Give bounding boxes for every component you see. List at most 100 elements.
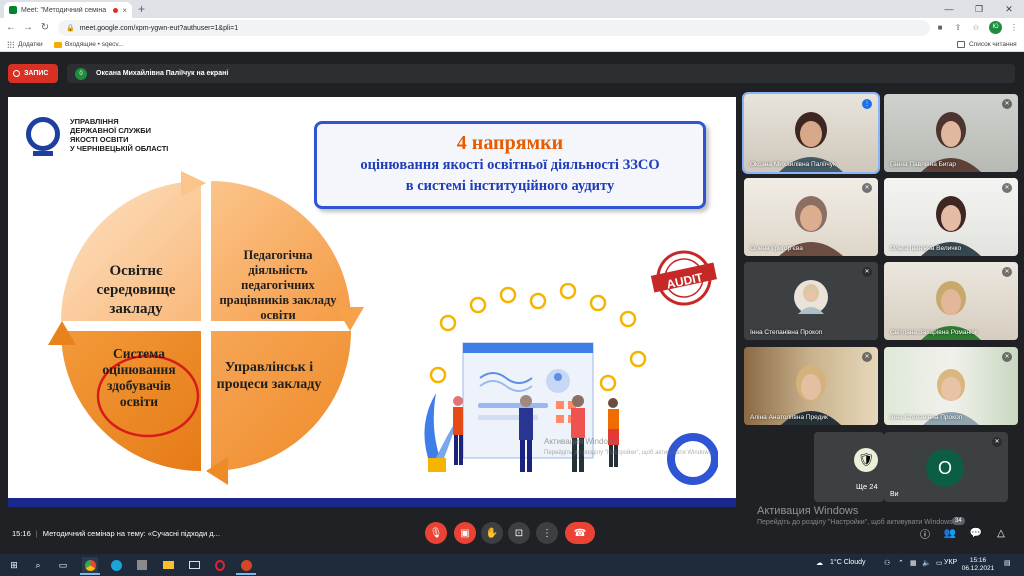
reading-list[interactable]: Список читання [957, 41, 1017, 48]
reading-list-label: Список читання [969, 41, 1017, 48]
meeting-info: 15:16 | Методичний семінар на тему: «Сучас… [12, 529, 220, 538]
hangup-icon: ☎ [573, 527, 587, 539]
weather-icon[interactable]: ☁ [816, 559, 823, 567]
active-app-indicator [80, 573, 100, 575]
notifications-icon[interactable]: ▤ [1004, 559, 1011, 567]
present-button[interactable]: ⊡ [508, 522, 530, 544]
profile-avatar[interactable]: Ю [989, 21, 1002, 34]
slide-title-line2: оцінювання якості освітньої діяльності З… [360, 157, 660, 173]
participant-tile[interactable]: ✕ Ольга Іванівна Величко [884, 178, 1018, 256]
bookmark-inbox[interactable]: Входящие • sqecv... [54, 41, 124, 48]
tray-expand-icon[interactable]: ⌃ [898, 559, 904, 567]
quadrant-label-pedagogy: Педагогічна діяльність педагогічних прац… [219, 247, 337, 322]
network-icon[interactable]: ▦ [910, 559, 917, 567]
participant-tile[interactable]: ✕ Інна Степанівна Прокоп [884, 347, 1018, 425]
explorer-icon[interactable] [160, 557, 176, 573]
participant-tile[interactable]: ✕ Олена Григор'єва [744, 178, 878, 256]
hand-icon: ✋ [485, 527, 499, 539]
windows-activation-title: Активация Windows [757, 505, 859, 517]
apps-grid-icon [7, 41, 14, 48]
mail-icon[interactable] [186, 557, 202, 573]
quadrant-label-assessment: Система оцінювання здобувачів освіти [102, 346, 176, 409]
activities-button[interactable]: △ [993, 525, 1009, 541]
quadrant-label-environment: Освітнє середовище закладу [96, 262, 176, 317]
mic-off-icon: ✕ [862, 352, 872, 362]
presenting-banner: 0 Оксана Михайлівна Паліїчук на екрані [67, 64, 1015, 83]
participants-count-badge: 34 [952, 517, 965, 525]
slide-title-box: 4 напрямки оцінювання якості освітньої д… [314, 121, 706, 209]
recording-badge: ЗАПИС [8, 64, 58, 83]
close-window-icon[interactable]: ✕ [994, 0, 1024, 18]
chat-button[interactable]: 💬 [968, 525, 984, 541]
mic-off-icon: ✕ [992, 437, 1002, 447]
back-icon[interactable]: ← [4, 21, 18, 35]
info-button[interactable]: ⓘ [917, 525, 933, 541]
participant-name: Світлана Захарівна Романюк [890, 329, 978, 336]
participant-tile[interactable]: ✕ Аліна Анатоліївна Предик [744, 347, 878, 425]
participant-tile[interactable]: ✕ Інна Степанівна Прокоп [744, 262, 878, 340]
restore-icon[interactable]: ❐ [964, 0, 994, 18]
browser-tab-strip: Meet: "Методичний семіна × + — ❐ ✕ [0, 0, 1024, 18]
slide-watermark-sub: Перейдіть до розділу "Настройки", щоб ак… [544, 450, 714, 456]
address-bar[interactable]: 🔒 meet.google.com/xpm-ygwn-eut?authuser=… [58, 20, 930, 36]
more-options-button[interactable]: ⋮ [536, 522, 558, 544]
battery-icon[interactable]: ▭ [936, 559, 943, 567]
forward-icon[interactable]: → [21, 21, 35, 35]
org-line: У ЧЕРНІВЕЦЬКІЙ ОБЛАСТІ [70, 144, 169, 153]
speaking-icon: ⋮ [862, 99, 872, 109]
mic-toggle-button[interactable]: 🎙 [425, 522, 447, 544]
participant-name: Ольга Іванівна Величко [890, 245, 962, 252]
search-icon[interactable]: ⌕ [30, 557, 46, 573]
store-icon[interactable] [134, 557, 150, 573]
bookmark-apps[interactable]: Додатки [7, 41, 43, 48]
leave-call-button[interactable]: ☎ [565, 522, 595, 544]
task-view-icon[interactable]: ▭ [55, 557, 71, 573]
reload-icon[interactable]: ↻ [38, 21, 52, 35]
participant-tile[interactable]: ✕ Ганна Павлівна Бигар [884, 94, 1018, 172]
powerpoint-icon[interactable] [238, 557, 254, 573]
tab-close-icon[interactable]: × [122, 6, 127, 15]
weather-text[interactable]: 1°C Cloudy [830, 559, 865, 566]
camera-toggle-button[interactable]: ▣ [454, 522, 476, 544]
volume-icon[interactable]: 🔈 [922, 559, 931, 567]
slide-title-line3: в системі інституційного аудиту [405, 178, 615, 194]
presenting-text: Оксана Михайлівна Паліїчук на екрані [96, 70, 229, 77]
participant-tile[interactable]: ✕ Світлана Захарівна Романюк [884, 262, 1018, 340]
people-tray-icon[interactable]: ⚇ [884, 559, 890, 567]
menu-icon[interactable]: ⋮ [1008, 21, 1020, 35]
edge-icon[interactable] [108, 557, 124, 573]
browser-tab-meet[interactable]: Meet: "Методичний семіна × [4, 2, 132, 18]
meeting-title: Методичний семінар на тему: «Сучасні під… [42, 529, 220, 538]
chrome-icon[interactable] [82, 557, 98, 573]
participant-tile[interactable]: ⋮ Оксана Михайлівна Паліїчук [742, 92, 880, 174]
minimize-icon[interactable]: — [934, 0, 964, 18]
camera-icon[interactable]: ■ [934, 21, 946, 35]
share-icon[interactable]: ⇪ [952, 21, 964, 35]
reading-list-icon [957, 41, 965, 48]
mic-off-icon: ✕ [1002, 183, 1012, 193]
chat-icon: 💬 [969, 527, 983, 539]
org-line: ЯКОСТІ ОСВІТИ [70, 135, 129, 144]
new-tab-button[interactable]: + [138, 2, 145, 16]
people-button[interactable]: 👥 [942, 525, 958, 541]
info-icon: ⓘ [920, 529, 930, 541]
windows-start-icon[interactable]: ⊞ [6, 557, 22, 573]
slide-footer-bar [8, 498, 736, 507]
org-header: УПРАВЛІННЯ ДЕРЖАВНОЇ СЛУЖБИ ЯКОСТІ ОСВІТ… [26, 117, 169, 156]
participant-name: Інна Степанівна Прокоп [750, 329, 823, 336]
mic-off-icon: 🎙 [429, 527, 443, 539]
star-icon[interactable]: ☆ [970, 21, 982, 35]
presenter-avatar: 0 [75, 67, 87, 80]
opera-icon[interactable] [212, 557, 228, 573]
bookmark-inbox-label: Входящие • sqecv... [65, 41, 124, 48]
audit-illustration [424, 283, 718, 485]
system-clock[interactable]: 15:16 06.12.2021 [960, 557, 996, 573]
participant-name: Оксана Михайлівна Паліїчук [750, 161, 836, 168]
raise-hand-button[interactable]: ✋ [481, 522, 503, 544]
clock-date: 06.12.2021 [961, 565, 995, 572]
org-logo-icon [26, 117, 60, 156]
language-indicator[interactable]: УКР [944, 559, 957, 566]
more-participants-tile[interactable]: 🛡 Ще 24 [814, 432, 884, 502]
slide-title-main: 4 напрямки [456, 132, 564, 154]
self-view-tile[interactable]: О ✕ Ви [884, 432, 1008, 502]
